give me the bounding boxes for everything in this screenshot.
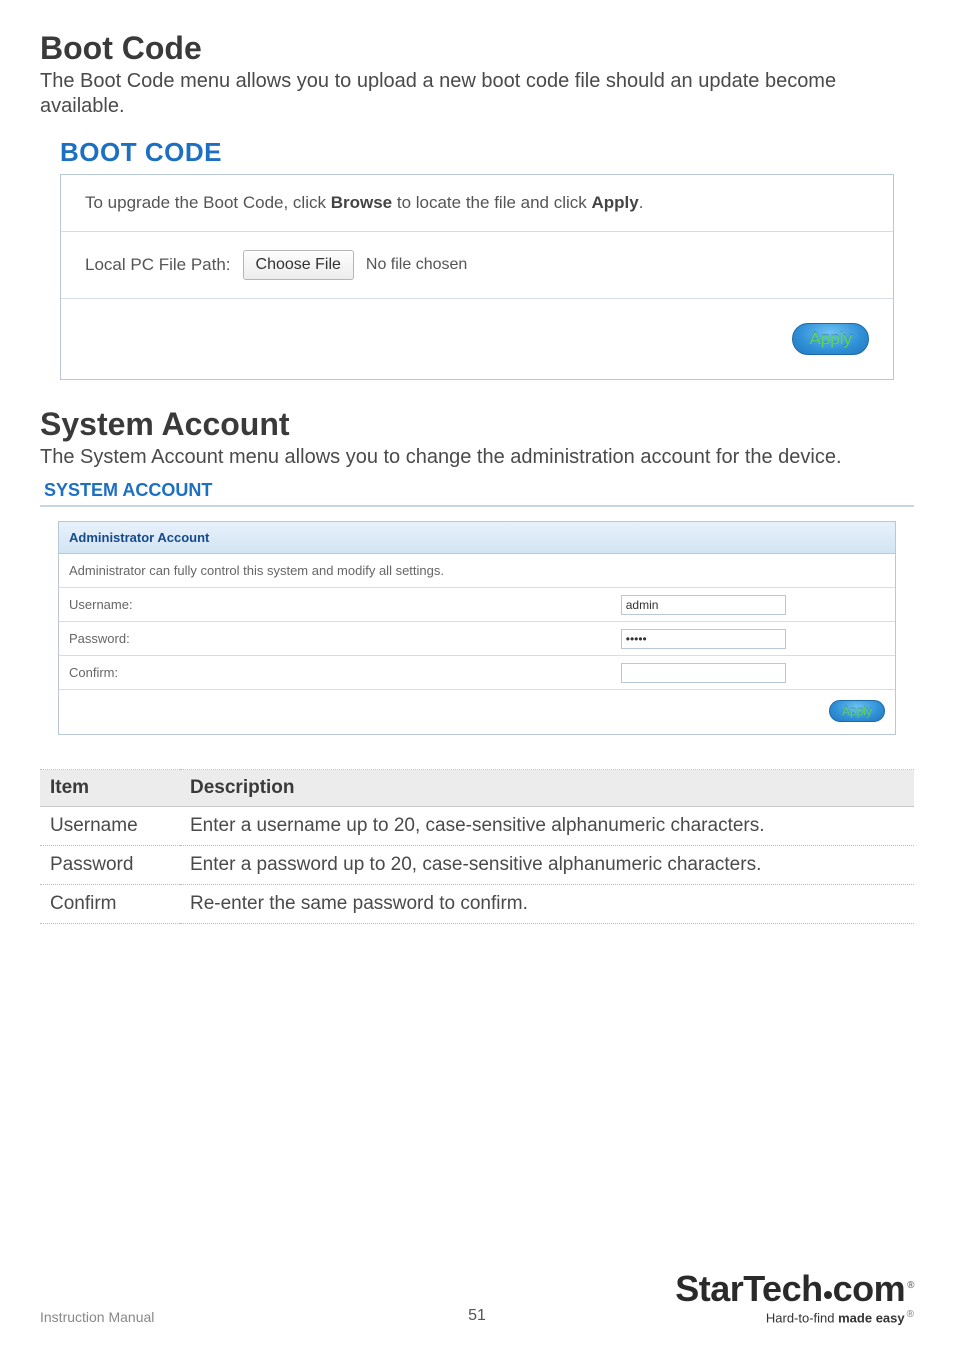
tagline-a: Hard-to-find [766, 1310, 838, 1325]
tagline-b: made easy [838, 1310, 905, 1325]
table-row: Username Enter a username up to 20, case… [40, 807, 914, 846]
username-label: Username: [59, 588, 611, 621]
system-account-heading: System Account [40, 406, 914, 443]
confirm-input[interactable] [621, 663, 786, 683]
logo-text: StarTech com® [675, 1271, 914, 1307]
boot-instruction-post: . [639, 193, 644, 212]
confirm-row: Confirm: [59, 656, 895, 690]
boot-code-instruction: To upgrade the Boot Code, click Browse t… [61, 175, 893, 232]
table-cell-desc: Enter a password up to 20, case-sensitiv… [180, 846, 914, 885]
table-cell-item: Confirm [40, 885, 180, 924]
password-row: Password: [59, 622, 895, 656]
system-account-apply-row: Apply [59, 690, 895, 734]
boot-instruction-pre: To upgrade the Boot Code, click [85, 193, 331, 212]
table-cell-desc: Enter a username up to 20, case-sensitiv… [180, 807, 914, 846]
admin-account-header: Administrator Account [59, 522, 895, 554]
col-header-description: Description [180, 770, 914, 807]
col-header-item: Item [40, 770, 180, 807]
boot-code-heading: Boot Code [40, 30, 914, 67]
table-row: Password Enter a password up to 20, case… [40, 846, 914, 885]
admin-account-note: Administrator can fully control this sys… [59, 554, 895, 587]
logo-tagline: Hard-to-find made easy® [675, 1309, 914, 1325]
boot-code-file-row: Local PC File Path: Choose File No file … [61, 232, 893, 299]
username-row: Username: [59, 588, 895, 622]
file-chosen-status: No file chosen [366, 256, 467, 274]
password-label: Password: [59, 622, 611, 655]
system-account-panel: Administrator Account Administrator can … [58, 521, 896, 735]
boot-code-panel-title: BOOT CODE [60, 137, 914, 168]
table-cell-item: Password [40, 846, 180, 885]
field-description-table: Item Description Username Enter a userna… [40, 769, 914, 924]
footer-manual-label: Instruction Manual [40, 1309, 154, 1325]
system-apply-button[interactable]: Apply [829, 700, 885, 722]
tagline-registered-icon: ® [907, 1309, 914, 1320]
system-account-outer: Administrator Account Administrator can … [40, 505, 914, 745]
boot-apply-button[interactable]: Apply [792, 323, 869, 355]
boot-instruction-mid: to locate the file and click [392, 193, 591, 212]
table-cell-item: Username [40, 807, 180, 846]
password-input[interactable] [621, 629, 786, 649]
logo-part-b: com [833, 1268, 906, 1309]
page-number: 51 [468, 1307, 486, 1325]
boot-instruction-apply: Apply [592, 193, 639, 212]
choose-file-button[interactable]: Choose File [243, 250, 354, 280]
admin-account-note-row: Administrator can fully control this sys… [59, 554, 895, 588]
boot-instruction-browse: Browse [331, 193, 392, 212]
system-account-panel-title: SYSTEM ACCOUNT [44, 480, 914, 501]
brand-logo: StarTechcom® Hard-to-find made easy® [675, 1271, 914, 1325]
boot-code-desc: The Boot Code menu allows you to upload … [40, 69, 914, 119]
table-row: Confirm Re-enter the same password to co… [40, 885, 914, 924]
page-footer: Instruction Manual 51 StarTech com® Hard-… [40, 1271, 914, 1325]
boot-code-panel: To upgrade the Boot Code, click Browse t… [60, 174, 894, 380]
logo-part-a: StarTech [675, 1268, 822, 1309]
confirm-label: Confirm: [59, 656, 611, 689]
table-cell-desc: Re-enter the same password to confirm. [180, 885, 914, 924]
logo-registered-icon: ® [907, 1280, 914, 1291]
boot-code-apply-row: Apply [61, 299, 893, 379]
system-account-desc: The System Account menu allows you to ch… [40, 445, 914, 470]
file-path-label: Local PC File Path: [85, 255, 231, 275]
logo-dot-icon [824, 1291, 832, 1299]
username-input[interactable] [621, 595, 786, 615]
